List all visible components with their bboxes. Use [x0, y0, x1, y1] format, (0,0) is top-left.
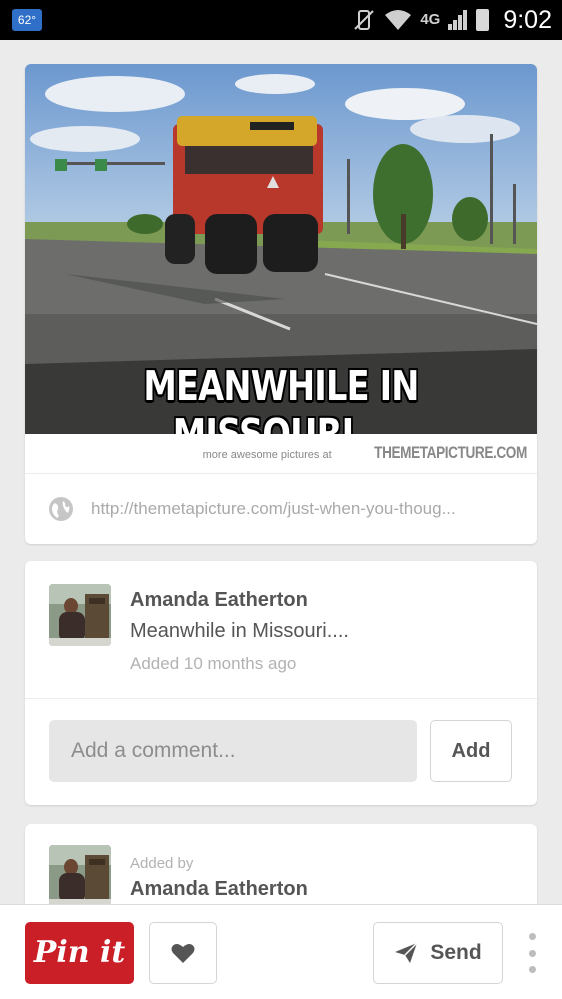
- status-bar: 62° 4G 9:02: [0, 0, 562, 40]
- network-type-label: 4G: [420, 11, 441, 28]
- pin-action-bar: Pin it Send: [0, 904, 562, 999]
- pin-description: Meanwhile in Missouri....: [130, 620, 349, 642]
- source-url-link[interactable]: http://themetapicture.com/just-when-you-…: [91, 499, 456, 519]
- status-icons: 4G 9:02: [352, 0, 552, 40]
- add-comment-button[interactable]: Add: [430, 720, 512, 782]
- pinner-avatar[interactable]: [49, 584, 111, 646]
- meme-caption: MEANWHILE IN MISSOURI...: [143, 362, 419, 434]
- pin-image[interactable]: MEANWHILE IN MISSOURI...: [25, 64, 537, 434]
- weather-temperature-badge: 62°: [12, 9, 42, 31]
- pinner-row: Amanda Eatherton Meanwhile in Missouri..…: [25, 561, 537, 699]
- pin-card: MEANWHILE IN MISSOURI... more awesome pi…: [25, 64, 537, 544]
- credit-site: THEMETAPICTURE.COM: [374, 443, 527, 462]
- wifi-icon: [385, 10, 412, 30]
- added-by-avatar[interactable]: [49, 845, 111, 907]
- clock: 9:02: [503, 5, 552, 34]
- send-label: Send: [430, 941, 482, 964]
- signal-strength-icon: [448, 10, 468, 30]
- added-by-label: Added by: [130, 855, 194, 872]
- like-button[interactable]: [149, 922, 217, 984]
- vibrate-mute-icon: [354, 10, 375, 30]
- send-icon: [395, 942, 418, 963]
- pin-added-time: Added 10 months ago: [130, 654, 297, 673]
- comment-row: Add: [25, 699, 537, 805]
- pin-it-button[interactable]: Pin it: [25, 922, 134, 984]
- comment-input[interactable]: [49, 720, 417, 782]
- pin-detail-scroll[interactable]: MEANWHILE IN MISSOURI... more awesome pi…: [0, 40, 562, 999]
- pin-details-card: Amanda Eatherton Meanwhile in Missouri..…: [25, 561, 537, 805]
- source-link-row[interactable]: http://themetapicture.com/just-when-you-…: [25, 474, 537, 544]
- heart-icon: [171, 944, 195, 963]
- added-by-name[interactable]: Amanda Eatherton: [130, 878, 308, 901]
- battery-icon: [476, 9, 490, 31]
- pinner-name[interactable]: Amanda Eatherton: [130, 589, 308, 612]
- send-button[interactable]: Send: [373, 922, 503, 984]
- credit-prefix: more awesome pictures at: [202, 449, 332, 461]
- globe-icon: [49, 497, 73, 521]
- more-options-icon[interactable]: [522, 933, 542, 973]
- image-credit-row: more awesome pictures at THEMETAPICTURE.…: [25, 434, 537, 474]
